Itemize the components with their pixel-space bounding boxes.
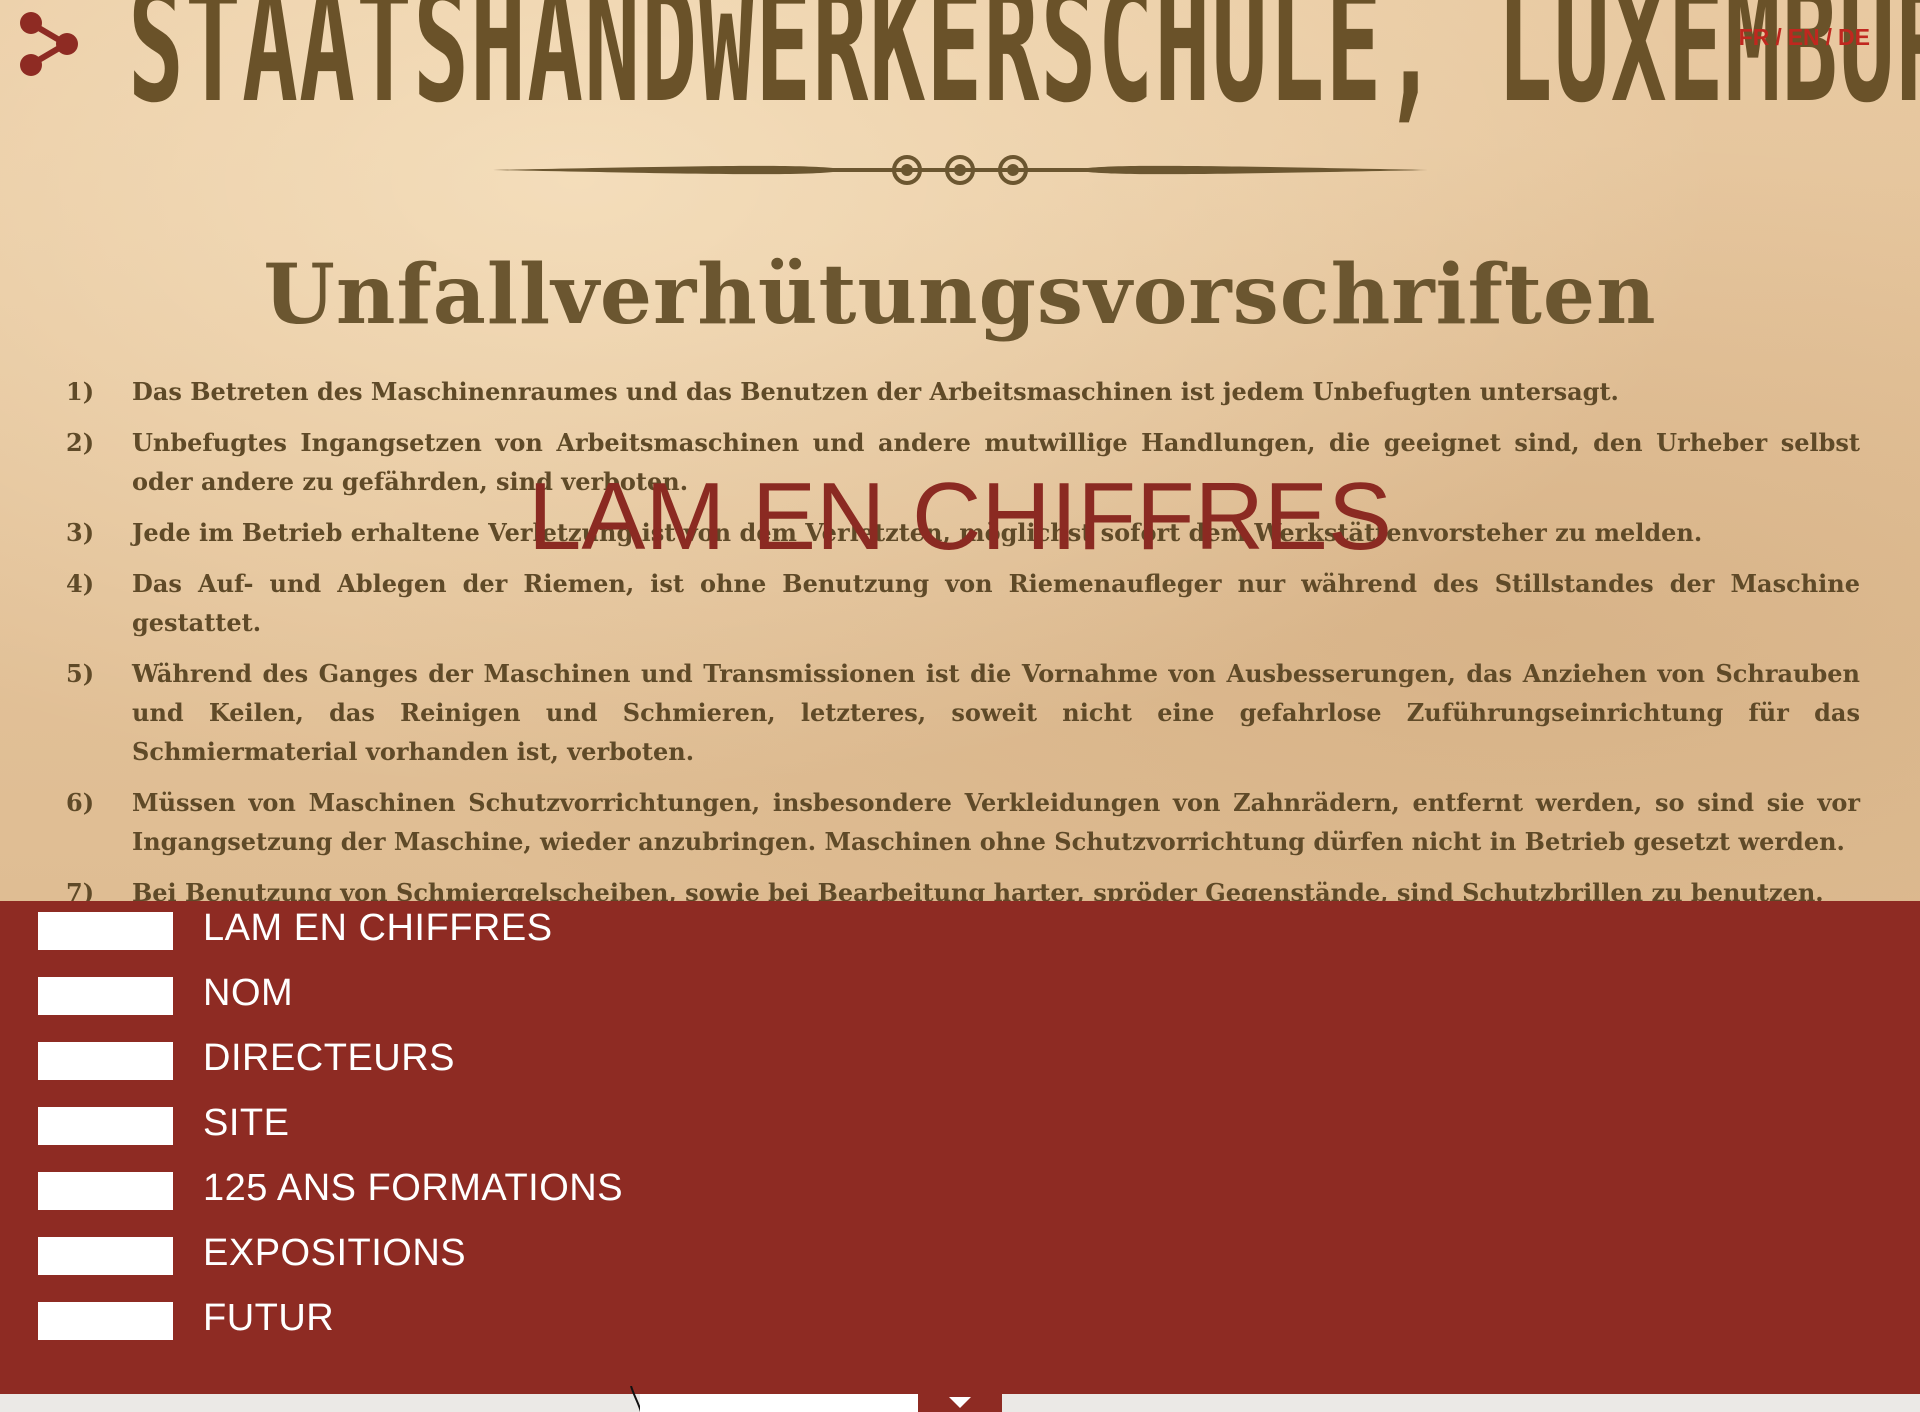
poster-rules: 1) Das Betreten des Maschinenraumes und d… (66, 372, 1860, 901)
rule-number: 1) (66, 377, 95, 406)
menu-item-lam-en-chiffres[interactable]: LAM EN CHIFFRES (0, 901, 700, 955)
rule-text: Müssen von Maschinen Schutzvorrichtungen… (132, 788, 1860, 856)
menu-item-label: LAM EN CHIFFRES (203, 907, 553, 949)
poster-rule: 7) Bei Benutzung von Schmiergelscheiben, … (66, 873, 1860, 901)
share-icon (20, 12, 78, 76)
rule-number: 7) (66, 878, 95, 901)
rule-text: Bei Benutzung von Schmiergelscheiben, so… (132, 878, 1824, 901)
hero-image: STAATSHANDWERKERSCHULE, LUXEMBURG Unfall… (0, 0, 1920, 901)
share-button[interactable] (16, 8, 80, 84)
content-card (640, 1394, 918, 1412)
menu-item-125-ans-formations[interactable]: 125 ANS FORMATIONS (0, 1161, 700, 1215)
menu-item-nom[interactable]: NOM (0, 966, 700, 1020)
language-switcher: FR / EN / DE (1736, 22, 1873, 52)
rule-number: 6) (66, 788, 95, 817)
poster-rule: 4) Das Auf- und Ablegen der Riemen, ist o… (66, 564, 1860, 642)
lang-fr-link[interactable]: FR (1739, 24, 1770, 50)
rule-text: Das Auf- und Ablegen der Riemen, ist ohn… (132, 569, 1860, 637)
lang-en-link[interactable]: EN (1788, 24, 1820, 50)
menu-item-label: 125 ANS FORMATIONS (203, 1167, 624, 1209)
poster-ornament (493, 155, 1428, 185)
poster-rule: 6) Müssen von Maschinen Schutzvorrichtung… (66, 783, 1860, 861)
menu-bar-marker (38, 977, 173, 1015)
menu-bar-marker (38, 1042, 173, 1080)
menu-item-label: SITE (203, 1102, 290, 1144)
menu-bar-marker (38, 1302, 173, 1340)
scroll-down-button[interactable] (918, 1394, 1002, 1412)
menu-item-label: EXPOSITIONS (203, 1232, 467, 1274)
rule-number: 4) (66, 569, 95, 598)
menu-item-site[interactable]: SITE (0, 1096, 700, 1150)
menu-item-label: DIRECTEURS (203, 1037, 456, 1079)
poster-title: Unfallverhütungsvorschriften (263, 247, 1657, 343)
menu-item-futur[interactable]: FUTUR (0, 1291, 700, 1345)
menu-item-label: FUTUR (203, 1297, 335, 1339)
section-menu: LAM EN CHIFFRES NOM DIRECTEURS SITE 125 … (0, 901, 1920, 1394)
lang-separator: / (1775, 24, 1782, 50)
menu-bar-marker (38, 1107, 173, 1145)
menu-bar-marker (38, 1237, 173, 1275)
poster-header: STAATSHANDWERKERSCHULE, LUXEMBURG (128, 0, 1920, 138)
menu-bar-marker (38, 1172, 173, 1210)
poster-rule: 1) Das Betreten des Maschinenraumes und d… (66, 372, 1860, 411)
rule-text: Das Betreten des Maschinenraumes und das… (132, 377, 1619, 406)
menu-item-label: NOM (203, 972, 294, 1014)
lang-de-link[interactable]: DE (1838, 24, 1870, 50)
caret-down-icon (949, 1397, 971, 1408)
rule-number: 5) (66, 659, 95, 688)
lang-separator: / (1825, 24, 1833, 50)
rule-text: Während des Ganges der Maschinen und Tra… (132, 659, 1860, 766)
menu-item-directeurs[interactable]: DIRECTEURS (0, 1031, 700, 1085)
menu-bar-marker (38, 912, 173, 950)
poster-rule: 5) Während des Ganges der Maschinen und T… (66, 654, 1860, 771)
section-heading: LAM EN CHIFFRES (527, 463, 1393, 571)
menu-item-expositions[interactable]: EXPOSITIONS (0, 1226, 700, 1280)
